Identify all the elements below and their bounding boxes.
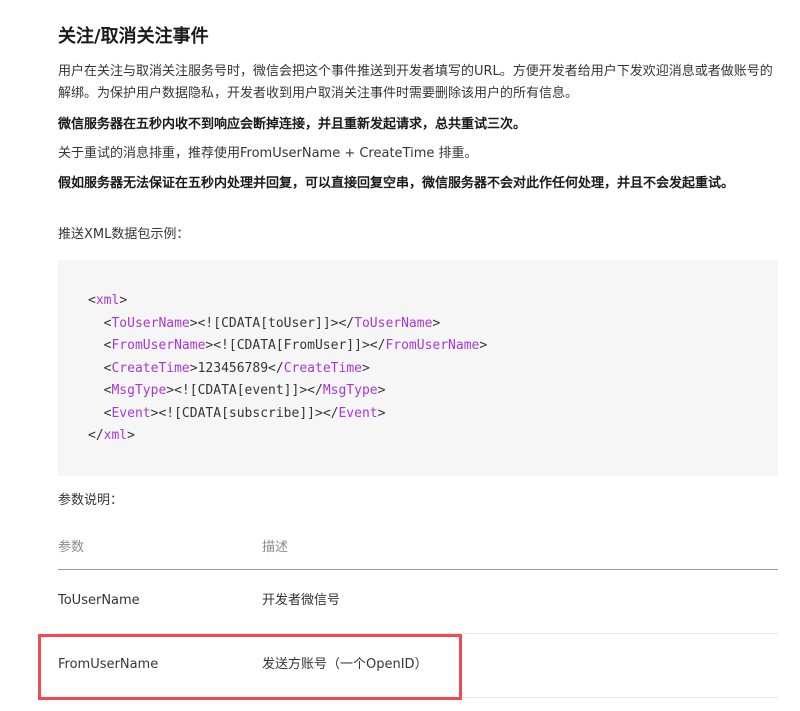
empty-reply-note: 假如服务器无法保证在五秒内处理并回复，可以直接回复空串，微信服务器不会对此作任何… — [58, 176, 735, 191]
code-tag-name: ToUserName — [111, 315, 190, 331]
xml-code: <xml> <ToUserName><![CDATA[toUser]]></To… — [88, 290, 487, 448]
code-bracket: </ — [322, 405, 339, 421]
param-description: 发送方账号（一个OpenID） — [262, 657, 428, 672]
code-tag-name: ToUserName — [354, 315, 433, 331]
retry-warning: 微信服务器在五秒内收不到响应会断掉连接，并且重新发起请求，总共重试三次。 — [58, 117, 527, 132]
params-table: 参数 描述 ToUserName 开发者微信号 FromUserName 发送方… — [58, 528, 778, 698]
code-tag-name: Event — [111, 405, 151, 421]
header-param: 参数 — [58, 540, 85, 555]
code-tag-name: FromUserName — [385, 338, 480, 353]
param-name: ToUserName — [58, 593, 140, 608]
code-bracket: </ — [88, 428, 104, 443]
table-row: FromUserName 发送方账号（一个OpenID） — [58, 634, 778, 698]
code-bracket: > — [377, 405, 386, 421]
code-tag-name: MsgType — [322, 383, 378, 398]
param-description: 开发者微信号 — [262, 593, 341, 608]
code-line: <Event><![CDATA[subscribe]]></Event> — [88, 403, 487, 426]
code-tag-name: xml — [95, 293, 120, 308]
param-name: FromUserName — [58, 657, 159, 672]
xml-code-block: <xml> <ToUserName><![CDATA[toUser]]></To… — [58, 260, 778, 476]
code-bracket: > — [361, 360, 370, 376]
code-line: <FromUserName><![CDATA[FromUser]]></From… — [88, 335, 488, 358]
code-bracket: </ — [307, 383, 323, 398]
code-content: <![CDATA[toUser]]> — [197, 315, 339, 331]
code-tag-name: MsgType — [111, 383, 167, 398]
table-header-row: 参数 描述 — [58, 528, 778, 570]
params-title: 参数说明： — [58, 493, 124, 508]
code-tag-name: CreateTime — [283, 360, 362, 376]
code-bracket: > — [479, 338, 488, 353]
code-content: <![CDATA[subscribe]]> — [158, 405, 323, 421]
table-row: ToUserName 开发者微信号 — [58, 570, 778, 634]
code-bracket: < — [88, 293, 96, 308]
code-line: <xml> — [88, 290, 487, 313]
code-bracket: </ — [369, 338, 386, 353]
code-tag-name: xml — [103, 428, 128, 443]
code-tag-name: FromUserName — [111, 338, 206, 353]
code-bracket: </ — [338, 315, 355, 331]
code-bracket: > — [189, 360, 198, 376]
code-bracket: > — [432, 315, 441, 331]
code-line: <MsgType><![CDATA[event]]></MsgType> — [88, 380, 487, 403]
code-bracket: > — [377, 383, 386, 398]
header-description: 描述 — [262, 540, 289, 555]
xml-example-label: 推送XML数据包示例： — [58, 227, 190, 242]
code-content: <![CDATA[FromUser]]> — [213, 338, 370, 353]
intro-paragraph: 用户在关注与取消关注服务号时，微信会把这个事件推送到开发者填写的URL。方便开发… — [58, 64, 773, 101]
section-title: 关注/取消关注事件 — [58, 26, 209, 47]
code-line: <ToUserName><![CDATA[toUser]]></ToUserNa… — [88, 313, 487, 336]
code-bracket: > — [127, 428, 135, 443]
code-bracket: </ — [268, 360, 284, 376]
code-content: <![CDATA[event]]> — [174, 383, 308, 398]
dedup-note: 关于重试的消息排重，推荐使用FromUserName + CreateTime … — [58, 146, 478, 161]
code-tag-name: Event — [338, 405, 378, 421]
code-bracket: > — [189, 315, 198, 331]
code-line: <CreateTime>123456789</CreateTime> — [88, 358, 487, 381]
code-tag-name: CreateTime — [111, 360, 190, 376]
code-bracket: > — [166, 383, 175, 398]
code-content: 123456789 — [197, 360, 269, 376]
code-bracket: > — [119, 293, 128, 308]
code-line: </xml> — [88, 425, 487, 448]
